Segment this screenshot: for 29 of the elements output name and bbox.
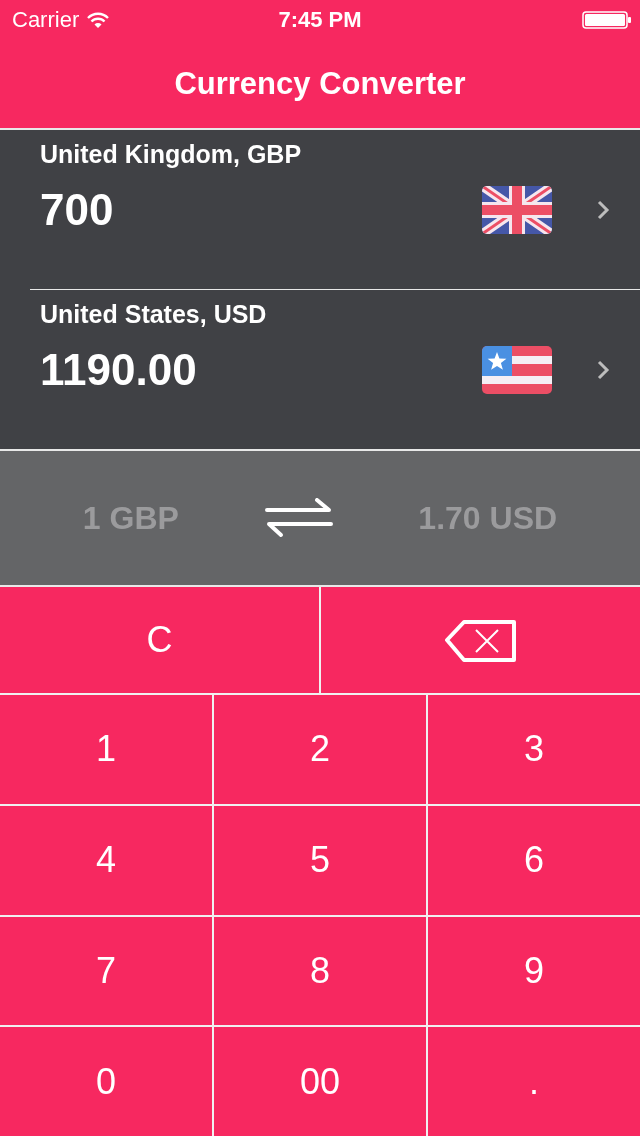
currency-label: United States, USD <box>40 300 268 329</box>
keypad-key[interactable]: 1 <box>0 695 212 804</box>
keypad-key[interactable]: 7 <box>0 916 212 1026</box>
carrier-label: Carrier <box>12 7 80 33</box>
currency-row[interactable]: United States, USD 1190.00 <box>0 290 640 449</box>
flag-icon <box>482 185 552 234</box>
currency-row[interactable]: United Kingdom, GBP 700 <box>0 130 640 289</box>
chevron-right-icon <box>596 358 610 381</box>
nav-title: Currency Converter <box>174 66 466 102</box>
keypad-key[interactable]: 9 <box>428 916 640 1026</box>
keypad-key[interactable]: 8 <box>214 916 426 1026</box>
keypad-key[interactable]: C <box>0 587 319 693</box>
flag-icon <box>482 345 552 394</box>
keypad-key[interactable]: 3 <box>428 695 640 804</box>
currency-label: United Kingdom, GBP <box>40 140 303 169</box>
keypad-key[interactable]: . <box>428 1027 640 1136</box>
currency-amount: 1190.00 <box>40 345 198 395</box>
battery-icon <box>582 11 632 29</box>
keypad-key[interactable]: 5 <box>214 805 426 915</box>
backspace-key[interactable] <box>321 587 640 693</box>
clock-time: 7:45 PM <box>278 7 362 33</box>
keypad-key[interactable]: 00 <box>214 1027 426 1136</box>
keypad-key[interactable]: 6 <box>428 805 640 915</box>
chevron-right-icon <box>596 198 610 221</box>
keypad-key[interactable]: 0 <box>0 1027 212 1136</box>
keypad-key[interactable]: 4 <box>0 805 212 915</box>
currency-amount: 700 <box>40 185 115 235</box>
keypad-key[interactable]: 2 <box>214 695 426 804</box>
wifi-icon <box>87 11 110 29</box>
